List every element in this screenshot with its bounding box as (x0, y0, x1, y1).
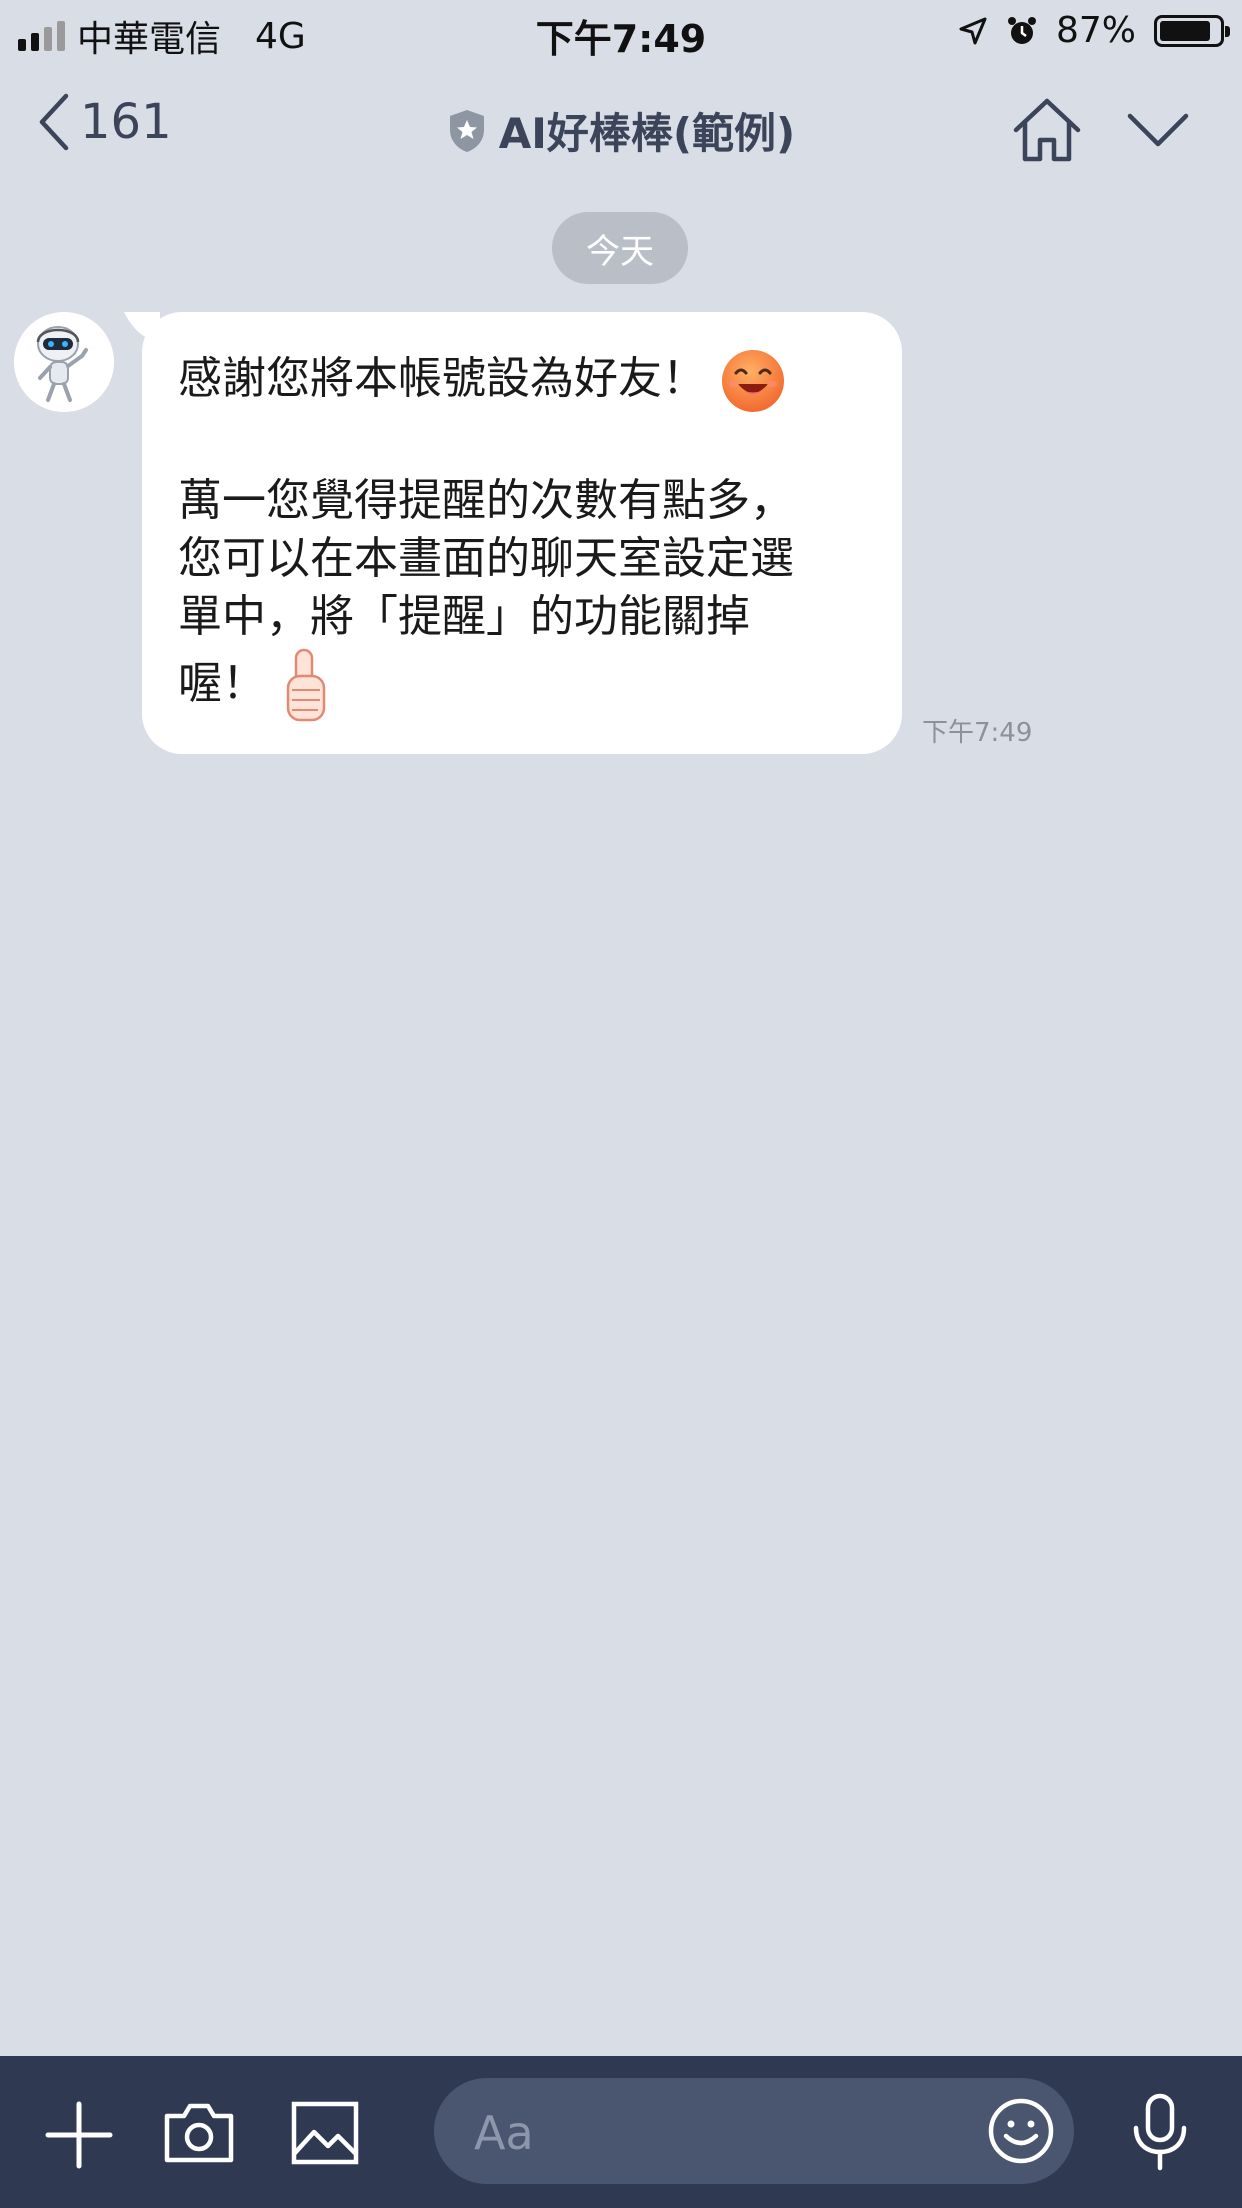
date-separator: 今天 (552, 212, 688, 284)
message-line: 喔！ (178, 646, 866, 726)
battery-fill (1160, 20, 1211, 41)
message-text: 喔！ (178, 658, 266, 709)
chevron-down-icon (1127, 113, 1189, 147)
thumbs-up-emoji-icon (286, 648, 326, 722)
camera-icon (164, 2103, 234, 2163)
menu-dropdown-button[interactable] (1126, 110, 1190, 154)
date-label: 今天 (586, 231, 654, 272)
grinning-face-emoji-icon (722, 350, 784, 412)
avatar[interactable] (14, 312, 114, 412)
image-button[interactable] (290, 2100, 360, 2170)
message-line: 單中，將「提醒」的功能關掉 (178, 591, 750, 642)
message-line: 感謝您將本帳號設為好友！ (178, 348, 866, 414)
message-text: 感謝您將本帳號設為好友！ (178, 353, 706, 404)
voice-button[interactable] (1130, 2092, 1190, 2176)
chat-title: AI好棒棒(範例) (498, 109, 796, 158)
input-bar: Aa (0, 2056, 1242, 2208)
message-input[interactable]: Aa (434, 2078, 1074, 2184)
plus-icon (45, 2101, 113, 2169)
robot-avatar-icon (14, 312, 114, 412)
chat-header: 161 AI好棒棒(範例) (0, 62, 1242, 192)
message-time: 下午7:49 (922, 718, 1033, 748)
alarm-icon (1007, 16, 1036, 44)
status-right: 87% (958, 10, 1230, 51)
official-account-shield-icon (449, 109, 484, 152)
location-arrow-icon (959, 17, 987, 44)
camera-button[interactable] (162, 2100, 236, 2170)
smiley-icon (988, 2098, 1054, 2164)
chat-screen: 中華電信 4G 下午7:49 87% 161 AI好棒棒(範例) 今天 感謝您將… (0, 0, 1242, 2208)
message-line: 萬一您覺得提醒的次數有點多， (178, 475, 794, 526)
battery-percent: 87% (1055, 10, 1136, 51)
emoji-button[interactable] (986, 2096, 1056, 2170)
home-button[interactable] (1010, 96, 1084, 168)
microphone-icon (1133, 2093, 1187, 2171)
message-input-placeholder: Aa (474, 2106, 534, 2160)
image-icon (291, 2101, 359, 2165)
home-icon (1013, 98, 1081, 162)
message-bubble[interactable]: 感謝您將本帳號設為好友！ 萬一您覺得提醒的次數有點多， 您可以在本畫面的聊天室設… (142, 312, 902, 754)
battery-icon (1154, 14, 1230, 47)
plus-button[interactable] (44, 2100, 114, 2174)
status-bar: 中華電信 4G 下午7:49 87% (0, 0, 1242, 62)
message-line: 您可以在本畫面的聊天室設定選 (178, 533, 794, 584)
